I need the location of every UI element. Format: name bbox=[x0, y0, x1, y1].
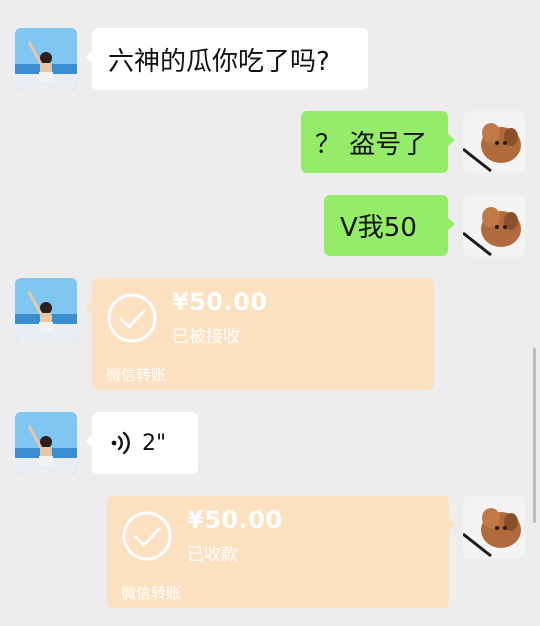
voice-message-bubble[interactable]: 2" bbox=[85, 412, 198, 474]
transfer-card[interactable]: ¥50.00 已收款 微信转账 bbox=[107, 496, 456, 608]
transfer-status: 已收款 bbox=[187, 545, 238, 565]
check-circle-icon bbox=[122, 511, 172, 561]
transfer-brand: 微信转账 bbox=[106, 366, 167, 384]
transfer-card[interactable]: ¥50.00 已被接收 微信转账 bbox=[85, 278, 434, 390]
transfer-amount: ¥50.00 bbox=[187, 506, 283, 534]
check-circle-icon bbox=[107, 293, 157, 343]
my-avatar-image bbox=[463, 496, 525, 558]
message-text: ？ 盗号了 bbox=[315, 129, 428, 160]
contact-avatar[interactable] bbox=[15, 412, 77, 474]
transfer-amount: ¥50.00 bbox=[172, 288, 268, 316]
contact-avatar-image bbox=[15, 412, 77, 474]
my-avatar[interactable] bbox=[463, 496, 525, 558]
my-avatar-image bbox=[463, 195, 525, 257]
voice-duration: 2" bbox=[142, 430, 167, 456]
voice-wave-icon bbox=[111, 431, 130, 455]
scrollbar[interactable] bbox=[533, 348, 536, 523]
contact-avatar-image bbox=[15, 278, 77, 340]
contact-avatar-image bbox=[15, 28, 77, 90]
message-text: V我50 bbox=[340, 213, 417, 243]
transfer-brand: 微信转账 bbox=[121, 584, 182, 602]
message-text: 六神的瓜你吃了吗? bbox=[108, 46, 330, 77]
transfer-status: 已被接收 bbox=[172, 327, 240, 347]
message-bubble[interactable]: V我50 bbox=[324, 195, 455, 256]
contact-avatar[interactable] bbox=[15, 28, 77, 90]
my-avatar[interactable] bbox=[463, 111, 525, 173]
message-bubble[interactable]: ？ 盗号了 bbox=[301, 111, 455, 173]
my-avatar[interactable] bbox=[463, 195, 525, 257]
contact-avatar[interactable] bbox=[15, 278, 77, 340]
message-bubble[interactable]: 六神的瓜你吃了吗? bbox=[85, 28, 368, 90]
my-avatar-image bbox=[463, 111, 525, 173]
